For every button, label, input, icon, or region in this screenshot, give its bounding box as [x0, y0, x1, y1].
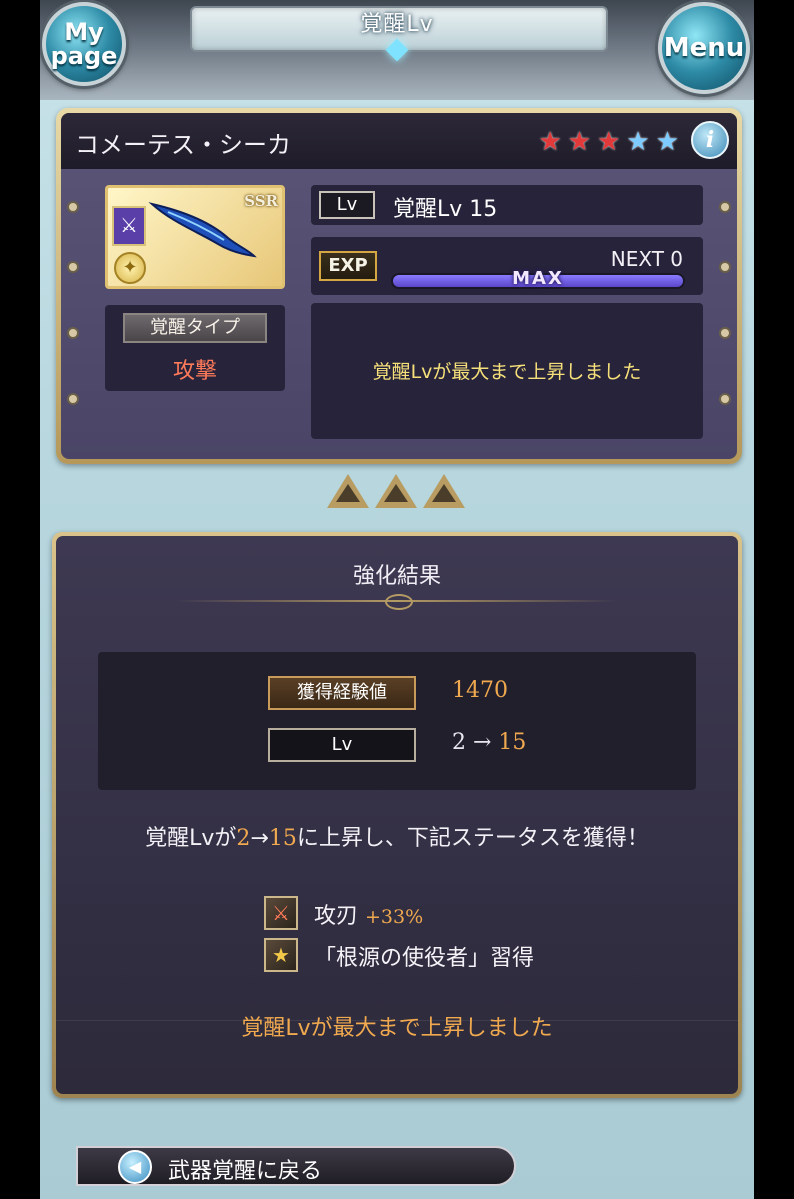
rivet-ornament — [69, 203, 77, 211]
up-arrow-icon — [423, 474, 465, 508]
result-panel-body: 強化結果 獲得経験値 1470 Lv 2 → 15 覚醒Lvが2→15に上昇し、… — [56, 536, 738, 1094]
rivet-ornament — [69, 395, 77, 403]
gained-exp-value: 1470 — [452, 678, 508, 703]
weapon-card-body: コメーテス・シーカ ★★★★★ i ⚔ ✦ SSR 覚醒タイプ 攻撃 Lv 覚醒… — [61, 113, 737, 459]
sentence-suffix: に上昇し、下記ステータスを獲得！ — [296, 826, 649, 851]
star-empty-icon: ★ — [626, 127, 656, 157]
info-button[interactable]: i — [691, 121, 729, 159]
right-letterbox — [754, 0, 794, 1199]
lv-from: 2 → — [452, 730, 499, 755]
exp-tag: EXP — [319, 251, 377, 281]
attack-up-icon: ⚔ — [264, 896, 298, 930]
back-button-label: 武器覚醒に戻る — [168, 1159, 323, 1184]
status-message: 覚醒Lvが最大まで上昇しました — [372, 361, 642, 383]
star-empty-icon: ★ — [655, 127, 685, 157]
weapon-card: コメーテス・シーカ ★★★★★ i ⚔ ✦ SSR 覚醒タイプ 攻撃 Lv 覚醒… — [56, 108, 742, 464]
result-panel: 強化結果 獲得経験値 1470 Lv 2 → 15 覚醒Lvが2→15に上昇し、… — [52, 532, 742, 1098]
left-letterbox — [0, 0, 40, 1199]
awakening-type-value: 攻撃 — [172, 359, 217, 384]
star-filled-icon: ★ — [538, 127, 568, 157]
weapon-thumbnail[interactable]: ⚔ ✦ SSR — [105, 185, 285, 289]
weapon-name: コメーテス・シーカ — [75, 131, 291, 159]
exp-progress-bar: MAX — [393, 268, 683, 289]
mypage-label-line2: page — [50, 42, 118, 70]
card-title-bar: コメーテス・シーカ ★★★★★ i — [61, 113, 737, 169]
back-arrow-icon: ◀ — [118, 1150, 152, 1184]
lv-to: 15 — [498, 730, 527, 755]
weapon-type-icon: ⚔ — [112, 206, 146, 246]
lv-label: Lv — [268, 728, 416, 762]
upgrade-arrows — [327, 474, 467, 514]
sentence-prefix: 覚醒Lvが — [145, 826, 237, 851]
stats-box: 獲得経験値 1470 Lv 2 → 15 — [98, 652, 696, 790]
exp-row: EXP NEXT 0 MAX — [311, 237, 703, 295]
mypage-button[interactable]: My page — [42, 2, 126, 86]
menu-button[interactable]: Menu — [658, 2, 750, 94]
back-to-weapon-awakening-button[interactable]: ◀ 武器覚醒に戻る — [76, 1146, 516, 1186]
sentence-to: 15 — [268, 826, 297, 851]
rarity-stars: ★★★★★ — [538, 127, 685, 157]
sentence-from: 2 — [236, 826, 251, 851]
rivet-ornament — [69, 329, 77, 337]
sentence-arrow: → — [250, 826, 269, 851]
rivet-ornament — [721, 395, 729, 403]
lv-tag: Lv — [319, 191, 375, 219]
element-icon: ✦ — [114, 252, 146, 284]
awakening-level-value: 覚醒Lv 15 — [393, 197, 498, 222]
up-arrow-icon — [327, 474, 369, 508]
up-arrow-icon — [375, 474, 417, 508]
screen: 覚醒Lv My page Menu コメーテス・シーカ ★★★★★ i ⚔ ✦ … — [40, 0, 754, 1199]
awakening-type-box: 覚醒タイプ 攻撃 — [105, 305, 285, 391]
rivet-ornament — [721, 263, 729, 271]
rivet-ornament — [721, 203, 729, 211]
rivet-ornament — [721, 329, 729, 337]
mypage-label-line1: My — [64, 18, 104, 46]
bonus-name: 「根源の使役者」習得 — [314, 946, 535, 971]
top-header: 覚醒Lv My page Menu — [40, 0, 754, 100]
star-filled-icon: ★ — [567, 127, 598, 157]
level-row: Lv 覚醒Lv 15 — [311, 185, 703, 225]
star-filled-icon: ★ — [597, 127, 627, 157]
star-icon: ★ — [264, 938, 298, 972]
page-title: 覚醒Lv — [360, 12, 434, 37]
result-sentence: 覚醒Lvが2→15に上昇し、下記ステータスを獲得！ — [56, 820, 738, 852]
awakening-type-label: 覚醒タイプ — [123, 313, 267, 343]
status-message-box: 覚醒Lvが最大まで上昇しました — [311, 303, 703, 439]
lv-change-value: 2 → 15 — [452, 730, 526, 755]
gained-exp-label: 獲得経験値 — [268, 676, 416, 710]
exp-max-label: MAX — [512, 268, 564, 289]
divider-ornament-icon — [385, 594, 413, 610]
weapon-blade-icon — [148, 202, 257, 258]
bonus-value: +33% — [365, 906, 424, 928]
rivet-ornament — [69, 263, 77, 271]
result-title: 強化結果 — [352, 564, 441, 589]
bonus-name: 攻刃 — [314, 904, 359, 929]
result-footer-message: 覚醒Lvが最大まで上昇しました — [241, 1016, 553, 1041]
